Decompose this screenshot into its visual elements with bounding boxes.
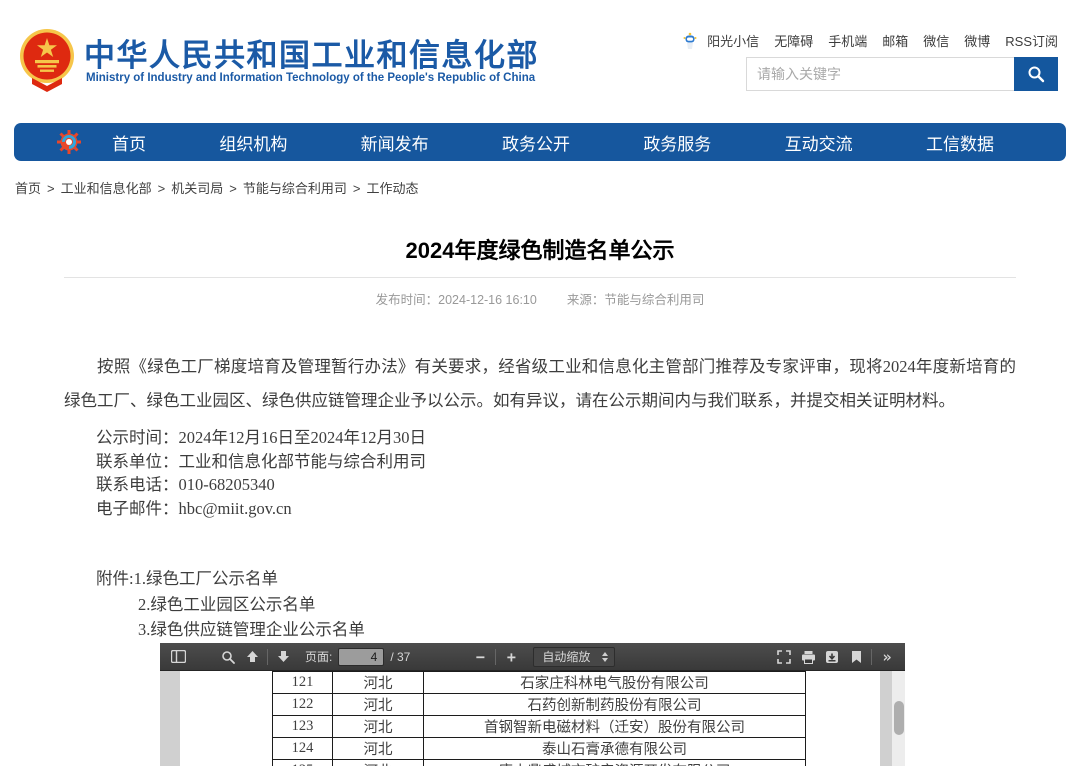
attachment-item[interactable]: 2.绿色工业园区公示名单 [96,592,365,618]
contact-line: 联系电话：010-68205340 [96,473,426,497]
search-bar [746,57,1058,91]
pdf-viewer: 页面: / 37 − + 自动缩放 [160,643,905,766]
search-icon [1027,65,1045,83]
nav-item[interactable]: 政务服务 [643,130,711,155]
national-emblem-logo [18,26,76,94]
bookmark-icon[interactable] [844,645,868,669]
nav-items: 首页 组织机构 新闻发布 政务公开 政务服务 互动交流 工信数据 [112,130,994,155]
cell-province: 河北 [333,716,424,738]
page-up-icon[interactable] [240,645,264,669]
chevron-up-down-icon [602,652,608,662]
page: 中华人民共和国工业和信息化部 Ministry of Industry and … [0,0,1080,766]
breadcrumb-separator: > [47,181,55,196]
table-row: 125河北唐山鼎盛城市矿产资源开发有限公司 [273,760,806,766]
table-row: 124河北泰山石膏承德有限公司 [273,738,806,760]
publish-row: 发布时间：2024-12-16 16:10 来源：节能与综合利用司 [0,289,1080,308]
find-icon[interactable] [216,645,240,669]
miit-gear-logo-icon [56,129,82,155]
pdf-scrollbar[interactable] [892,671,905,766]
page-title: 2024年度绿色制造名单公示 [0,233,1080,265]
quick-link[interactable]: 邮箱 [882,31,908,50]
cell-no: 123 [273,716,333,738]
contact-line: 电子邮件：hbc@miit.gov.cn [96,497,426,521]
main-nav: 首页 组织机构 新闻发布 政务公开 政务服务 互动交流 工信数据 [14,123,1066,161]
cell-province: 河北 [333,760,424,766]
cell-company: 石药创新制药股份有限公司 [424,694,806,716]
breadcrumb-separator: > [353,181,361,196]
breadcrumb-separator: > [229,181,237,196]
quick-link[interactable]: 无障碍 [774,31,813,50]
zoom-mode-value: 自动缩放 [542,648,590,665]
article-paragraph: 按照《绿色工厂梯度培育及管理暂行办法》有关要求，经省级工业和信息化主管部门推荐及… [64,350,1016,418]
nav-item[interactable]: 工信数据 [926,130,994,155]
quick-link[interactable]: 阳光小信 [707,31,759,50]
page-label: 页面: [305,648,332,665]
pdf-table: 121河北石家庄科林电气股份有限公司122河北石药创新制药股份有限公司123河北… [272,671,806,766]
nav-item[interactable]: 政务公开 [502,130,570,155]
cell-company: 首钢智新电磁材料（迁安）股份有限公司 [424,716,806,738]
cell-no: 125 [273,760,333,766]
sunshine-robot-icon [682,32,698,50]
cell-company: 唐山鼎盛城市矿产资源开发有限公司 [424,760,806,766]
cell-province: 河北 [333,672,424,694]
toolbar-more-icon[interactable]: » [875,645,899,669]
quick-link[interactable]: RSS订阅 [1005,31,1058,50]
table-row: 122河北石药创新制药股份有限公司 [273,694,806,716]
cell-province: 河北 [333,738,424,760]
breadcrumb-item[interactable]: 工业和信息化部 [61,181,152,196]
breadcrumb-item[interactable]: 节能与综合利用司 [243,181,347,196]
print-icon[interactable] [796,645,820,669]
table-row: 123河北首钢智新电磁材料（迁安）股份有限公司 [273,716,806,738]
pdf-scrollbar-thumb[interactable] [894,701,904,735]
pdf-toolbar: 页面: / 37 − + 自动缩放 [160,643,905,671]
site-subtitle: Ministry of Industry and Information Tec… [86,72,535,84]
table-row: 121河北石家庄科林电气股份有限公司 [273,672,806,694]
breadcrumb-item: 工作动态 [366,181,418,196]
cell-company: 石家庄科林电气股份有限公司 [424,672,806,694]
site-title: 中华人民共和国工业和信息化部 [84,30,539,75]
cell-no: 121 [273,672,333,694]
quick-links: 阳光小信无障碍手机端邮箱微信微博 RSS订阅 [682,31,1058,50]
nav-item[interactable]: 首页 [112,130,146,155]
zoom-in-icon[interactable]: + [499,645,523,669]
pdf-page: 121河北石家庄科林电气股份有限公司122河北石药创新制药股份有限公司123河北… [180,671,880,766]
page-down-icon[interactable] [271,645,295,669]
presentation-mode-icon[interactable] [772,645,796,669]
quick-link[interactable]: 手机端 [828,31,867,50]
quick-link[interactable]: 微信 [923,31,949,50]
cell-province: 河北 [333,694,424,716]
nav-item[interactable]: 新闻发布 [361,130,429,155]
attachment-list: 附件:1.绿色工厂公示名单2.绿色工业园区公示名单3.绿色供应链管理企业公示名单 [96,566,365,643]
source: 来源：节能与综合利用司 [567,289,705,308]
zoom-out-icon[interactable]: − [468,645,492,669]
contact-line: 联系单位：工业和信息化部节能与综合利用司 [96,450,426,474]
cell-company: 泰山石膏承德有限公司 [424,738,806,760]
breadcrumb-separator: > [158,181,166,196]
contact-block: 公示时间：2024年12月16日至2024年12月30日联系单位：工业和信息化部… [96,426,426,520]
page-total: / 37 [390,650,410,664]
quick-link[interactable]: 微博 [964,31,990,50]
download-icon[interactable] [820,645,844,669]
page-number-input[interactable] [338,648,384,666]
attachment-item[interactable]: 附件:1.绿色工厂公示名单 [96,566,365,592]
contact-line: 公示时间：2024年12月16日至2024年12月30日 [96,426,426,450]
title-divider [64,277,1016,278]
nav-item[interactable]: 组织机构 [219,130,287,155]
search-input[interactable] [746,57,1014,91]
zoom-mode-select[interactable]: 自动缩放 [533,647,615,667]
attachment-item[interactable]: 3.绿色供应链管理企业公示名单 [96,617,365,643]
pdf-table-body: 121河北石家庄科林电气股份有限公司122河北石药创新制药股份有限公司123河北… [273,672,806,766]
breadcrumb: 首页 > 工业和信息化部 > 机关司局 > 节能与综合利用司 > 工作动态 [15,178,418,197]
breadcrumb-item[interactable]: 机关司局 [171,181,223,196]
cell-no: 122 [273,694,333,716]
search-button[interactable] [1014,57,1058,91]
cell-no: 124 [273,738,333,760]
sidebar-toggle-icon[interactable] [166,645,190,669]
breadcrumb-item[interactable]: 首页 [15,181,41,196]
publish-time: 发布时间：2024-12-16 16:10 [376,289,537,308]
nav-item[interactable]: 互动交流 [785,130,853,155]
